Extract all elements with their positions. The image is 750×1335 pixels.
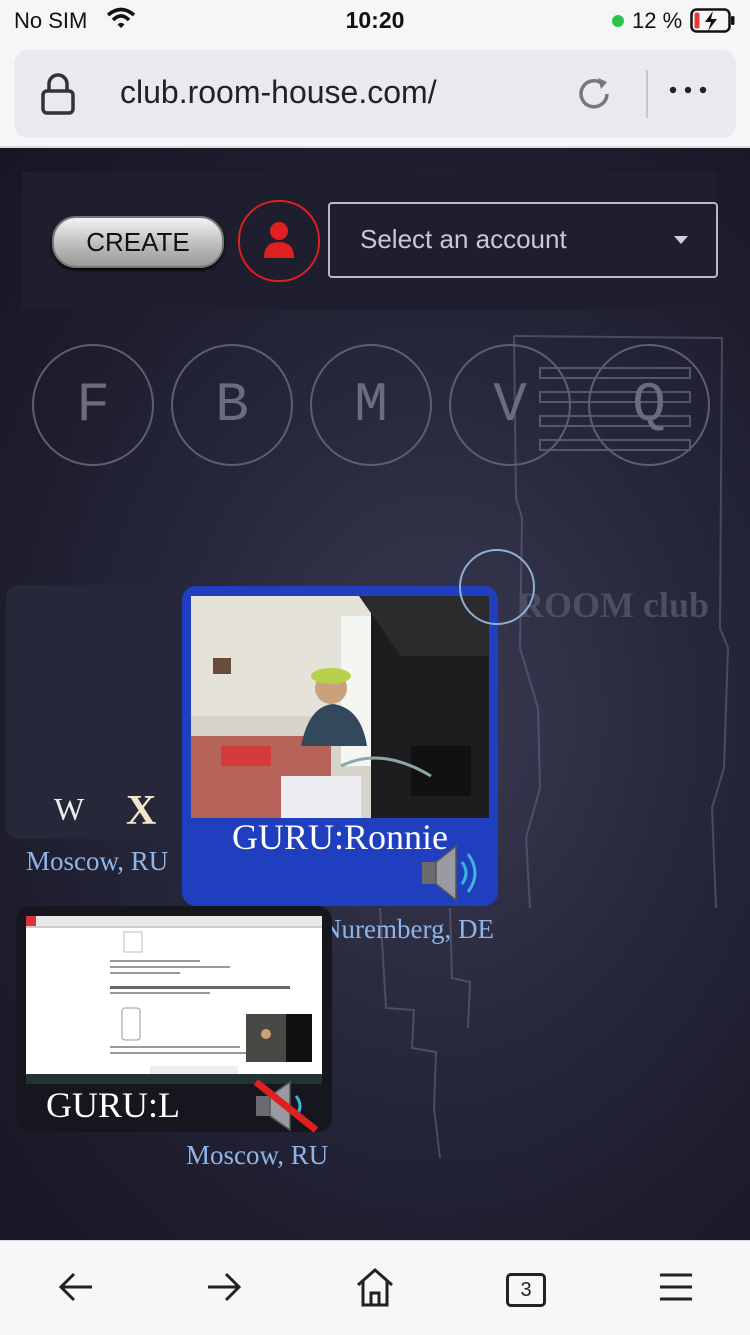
status-bar: No SIM 10:20 12 % bbox=[0, 0, 750, 44]
back-icon[interactable] bbox=[56, 1265, 96, 1314]
lock-icon bbox=[40, 72, 76, 121]
browser-toolbar: 3 bbox=[0, 1240, 750, 1335]
battery-percent: 12 % bbox=[632, 8, 683, 33]
close-tile-button[interactable]: X bbox=[126, 787, 156, 835]
user-icon bbox=[264, 222, 294, 258]
forward-icon[interactable] bbox=[204, 1265, 244, 1314]
participant-name: GURU:L bbox=[46, 1085, 180, 1125]
letter-button-f[interactable]: F bbox=[32, 344, 154, 466]
toolbar-divider bbox=[646, 70, 648, 118]
letter-button-v[interactable]: V bbox=[449, 344, 571, 466]
tabs-icon[interactable]: 3 bbox=[506, 1273, 546, 1307]
account-select-placeholder: Select an account bbox=[360, 224, 567, 254]
screen-share-feed bbox=[26, 916, 322, 1084]
tile-location-ronnie: Nuremberg, DE bbox=[322, 914, 494, 944]
create-button[interactable]: CREATE bbox=[52, 216, 224, 268]
address-bar[interactable]: club.room-house.com/ bbox=[14, 50, 736, 138]
speaker-icon[interactable] bbox=[416, 840, 486, 911]
url-text[interactable]: club.room-house.com/ bbox=[120, 74, 437, 111]
tile-location-w: Moscow, RU bbox=[26, 846, 169, 876]
reload-icon[interactable] bbox=[574, 74, 614, 119]
battery-icon bbox=[690, 7, 736, 40]
user-account-button[interactable] bbox=[238, 200, 320, 282]
tile-location-l: Moscow, RU bbox=[186, 1140, 329, 1170]
speaker-muted-icon[interactable] bbox=[250, 1078, 320, 1139]
account-select[interactable]: Select an account bbox=[328, 202, 718, 278]
chevron-down-icon bbox=[674, 236, 688, 244]
letter-button-q[interactable]: Q bbox=[588, 344, 710, 466]
header-panel: CREATE Select an account bbox=[22, 172, 718, 310]
participant-tile-l[interactable]: GURU:L bbox=[16, 906, 332, 1133]
web-page: CREATE Select an account F B M V Q ROOM … bbox=[0, 148, 750, 1240]
menu-icon[interactable] bbox=[656, 1265, 696, 1314]
letter-button-m[interactable]: M bbox=[310, 344, 432, 466]
cursor-ring bbox=[459, 549, 535, 625]
tile-label: W bbox=[54, 791, 85, 827]
video-feed bbox=[191, 596, 489, 818]
activity-dot bbox=[612, 15, 624, 27]
home-icon[interactable] bbox=[354, 1265, 396, 1314]
participant-tile-ronnie[interactable]: GURU:Ronnie bbox=[182, 586, 498, 906]
letter-button-b[interactable]: B bbox=[171, 344, 293, 466]
more-icon[interactable] bbox=[668, 82, 708, 100]
participant-tile-w[interactable]: W X bbox=[6, 585, 172, 839]
room-club-brand: ROOM club bbox=[518, 585, 710, 625]
